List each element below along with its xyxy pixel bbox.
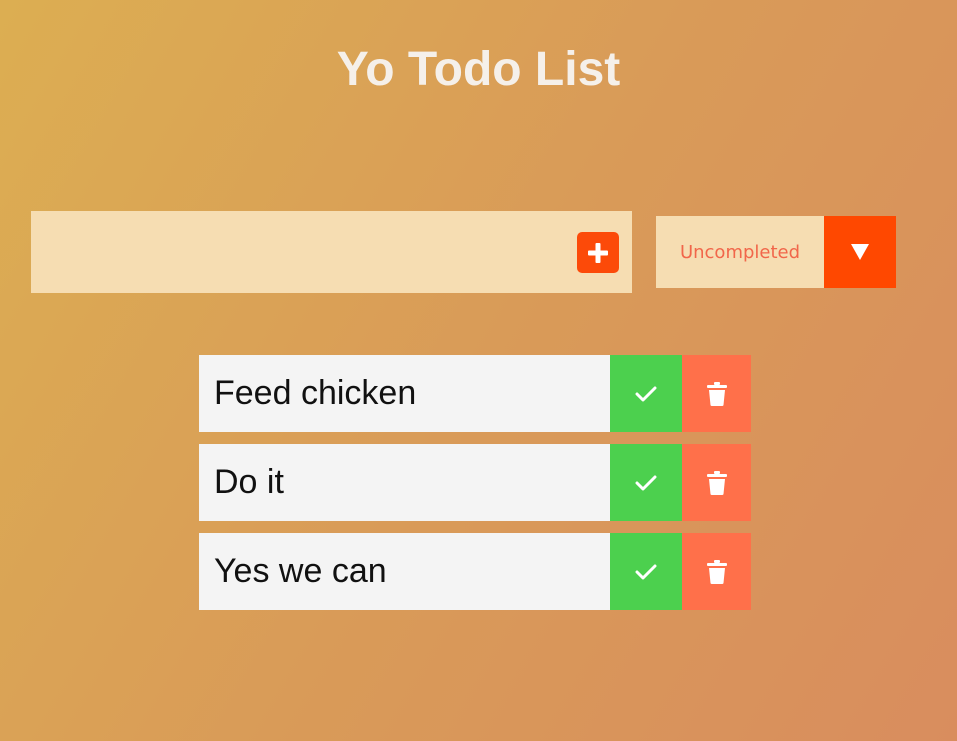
triangle-down-icon <box>851 244 869 260</box>
complete-button[interactable] <box>610 444 682 521</box>
todo-form <box>31 211 632 293</box>
check-icon <box>635 564 657 579</box>
delete-button[interactable] <box>682 355 751 432</box>
todo-text: Feed chicken <box>214 374 417 412</box>
check-icon <box>635 475 657 490</box>
todo-item: Yes we can <box>199 533 751 610</box>
todo-list: Feed chicken Do it Yes we can <box>199 355 751 622</box>
todo-text: Do it <box>214 463 284 501</box>
trash-icon <box>706 559 727 584</box>
filter-select[interactable]: Uncompleted <box>656 216 896 288</box>
todo-item: Do it <box>199 444 751 521</box>
check-icon <box>635 386 657 401</box>
todo-text: Yes we can <box>214 552 387 590</box>
add-todo-button[interactable] <box>577 232 619 273</box>
complete-button[interactable] <box>610 355 682 432</box>
filter-dropdown-button[interactable] <box>824 216 896 288</box>
todo-item: Feed chicken <box>199 355 751 432</box>
page-title: Yo Todo List <box>336 43 621 96</box>
trash-icon <box>706 470 727 495</box>
delete-button[interactable] <box>682 444 751 521</box>
trash-icon <box>706 381 727 406</box>
delete-button[interactable] <box>682 533 751 610</box>
plus-icon <box>588 242 608 263</box>
todo-input[interactable] <box>31 211 571 293</box>
filter-selected-value: Uncompleted <box>679 241 801 263</box>
complete-button[interactable] <box>610 533 682 610</box>
